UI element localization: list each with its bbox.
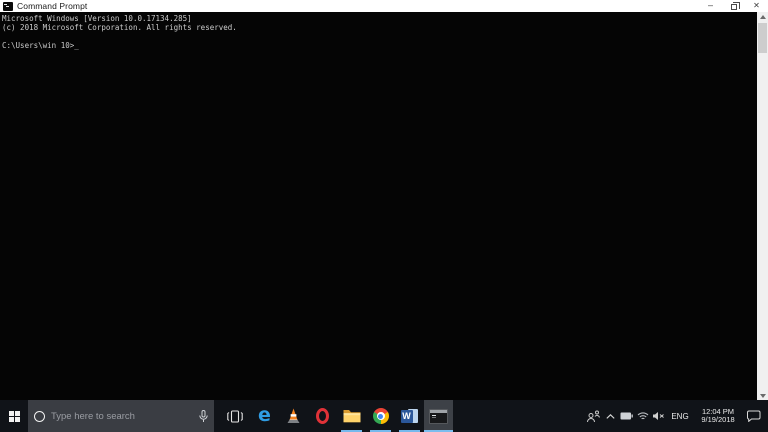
start-button[interactable] [0,400,28,432]
taskbar-app-vlc[interactable] [279,400,308,432]
cortana-icon [34,410,45,422]
search-input[interactable] [51,410,193,422]
hidden-icons-button[interactable] [603,400,618,432]
people-icon [587,410,600,422]
taskbar-app-command-prompt[interactable] [424,400,453,432]
vlc-icon [287,408,300,423]
taskbar-app-file-explorer[interactable] [337,400,366,432]
console-scrollbar[interactable] [757,12,768,400]
command-prompt-window-icon [3,1,13,11]
people-button[interactable] [583,400,603,432]
battery-button[interactable] [618,400,635,432]
word-icon: W [400,408,419,424]
taskbar-search[interactable] [28,400,214,432]
scrollbar-thumb[interactable] [758,23,767,53]
taskbar: e W [0,400,768,432]
scroll-down-icon [759,393,766,398]
windows-logo-icon [8,410,20,422]
microphone-icon[interactable] [199,409,208,423]
task-view-button[interactable] [220,400,250,432]
command-prompt-taskbar-icon [429,408,448,424]
window-controls: – ✕ [699,0,768,12]
window-title: Command Prompt [17,1,88,11]
taskbar-app-opera[interactable] [308,400,337,432]
console-prompt: C:\Users\win 10> [2,41,75,50]
opera-icon [316,408,329,424]
volume-button[interactable] [650,400,667,432]
clock-date: 9/19/2018 [701,415,735,424]
console-prompt-line: C:\Users\win 10>_ [2,41,757,50]
task-view-icon [227,409,243,423]
wifi-icon [637,412,648,420]
chrome-icon [372,408,389,424]
scroll-up-button[interactable] [757,12,768,21]
console-line: Microsoft Windows [Version 10.0.17134.28… [2,14,192,23]
scroll-down-button[interactable] [757,391,768,400]
close-icon: ✕ [753,1,760,10]
restore-button[interactable] [722,0,745,12]
console-line: (c) 2018 Microsoft Corporation. All righ… [2,23,237,32]
titlebar[interactable]: Command Prompt – ✕ [0,0,768,12]
edge-icon: e [258,403,271,426]
taskbar-app-edge[interactable]: e [250,400,279,432]
close-button[interactable]: ✕ [745,0,768,12]
console-cursor: _ [74,41,79,50]
minimize-icon: – [707,0,713,10]
system-tray: ENG 12:04 PM 9/19/2018 [583,400,768,432]
minimize-button[interactable]: – [699,0,722,12]
chevron-up-icon [606,413,615,419]
console-output[interactable]: Microsoft Windows [Version 10.0.17134.28… [0,12,757,400]
restore-icon [730,1,740,10]
network-button[interactable] [635,400,650,432]
volume-muted-icon [653,412,664,420]
language-label: ENG [671,411,689,421]
taskbar-app-chrome[interactable] [366,400,395,432]
battery-icon [620,412,633,420]
desktop-screen: Command Prompt – ✕ Microsoft Windows [Ve… [0,0,768,432]
scroll-up-icon [759,14,766,19]
taskbar-app-word[interactable]: W [395,400,424,432]
clock[interactable]: 12:04 PM 9/19/2018 [693,400,743,432]
action-center-icon [747,410,761,422]
file-explorer-icon [343,410,360,423]
language-indicator[interactable]: ENG [667,400,693,432]
action-center-button[interactable] [743,400,765,432]
